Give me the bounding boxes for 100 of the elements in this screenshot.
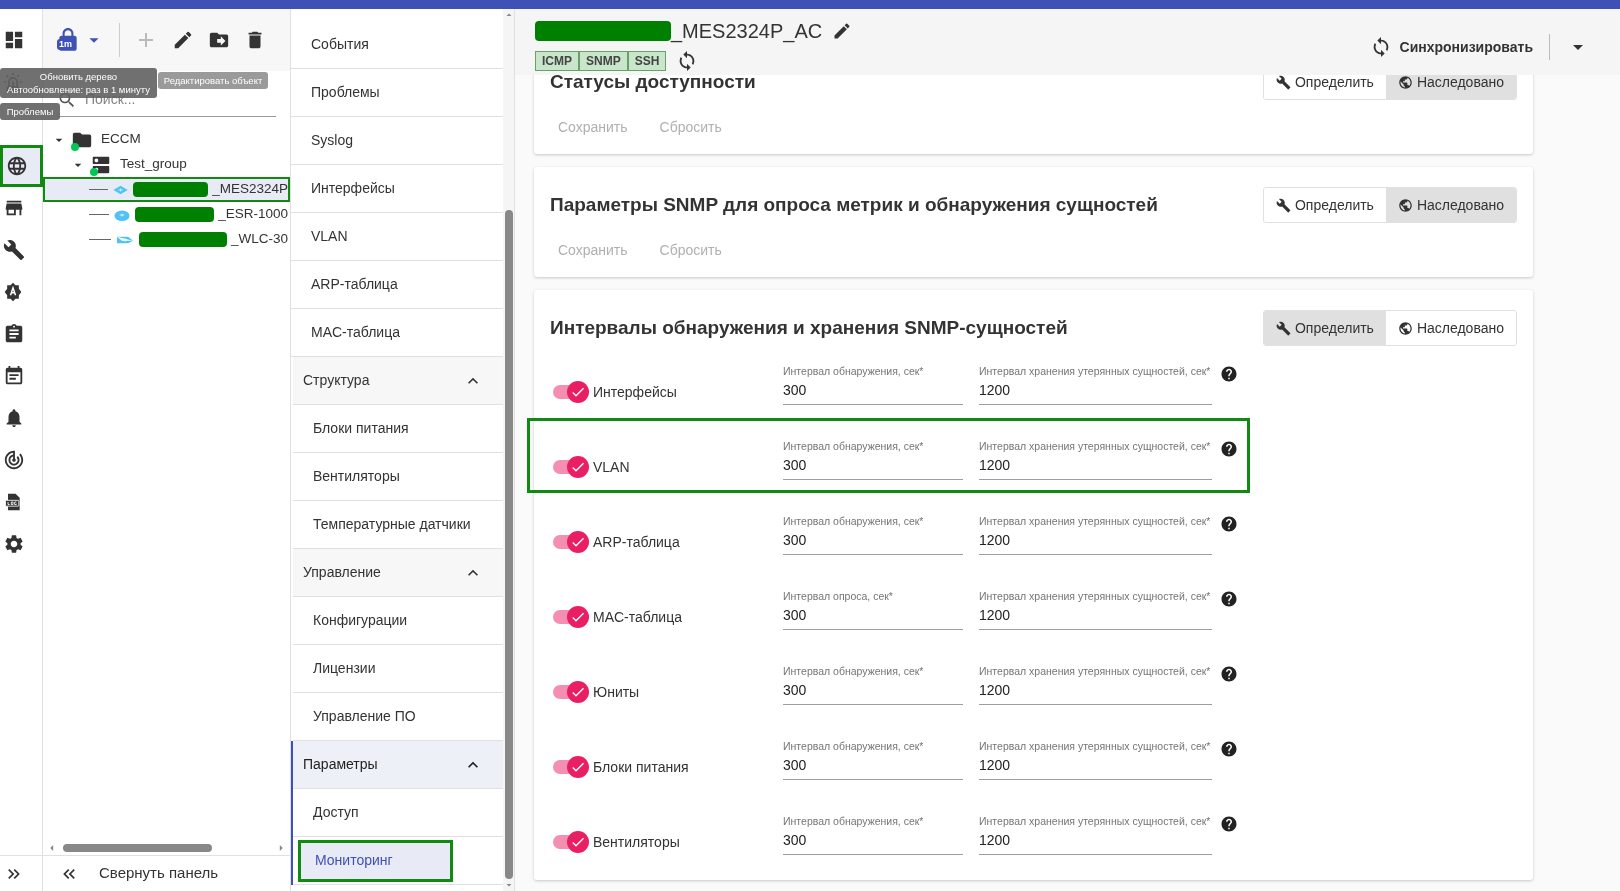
globe-icon <box>1397 320 1413 336</box>
row-label: Блоки питания <box>593 757 689 777</box>
wrench-icon <box>1276 197 1291 213</box>
help-icon[interactable] <box>1220 815 1238 833</box>
row-label: Юниты <box>593 682 640 702</box>
input-field[interactable]: Интервал обнаружения, сек* 300 <box>783 514 963 555</box>
field-value: 300 <box>783 531 808 550</box>
help-icon[interactable] <box>1220 365 1238 383</box>
input-field[interactable]: Интервал опроса, сек* 300 <box>783 589 963 630</box>
field-value: 300 <box>783 381 808 400</box>
input-field[interactable]: Интервал хранения утерянных сущностей, сек* 1200 <box>979 514 1212 555</box>
toggle-switch[interactable] <box>553 456 589 478</box>
wrench-icon <box>1276 75 1291 90</box>
toggle-switch[interactable] <box>553 756 589 778</box>
toggle-switch[interactable] <box>553 531 589 553</box>
help-icon[interactable] <box>1220 740 1238 758</box>
edit-icon[interactable] <box>172 29 194 51</box>
field-label: Интервал обнаружения, сек* <box>783 439 925 455</box>
tooltip: Редактировать объект <box>158 72 268 89</box>
field-label: Интервал хранения утерянных сущностей, сек* <box>979 364 1212 380</box>
field-label: Интервал обнаружения, сек* <box>783 664 925 680</box>
nav-item[interactable]: Мониторинг <box>298 839 453 882</box>
field-label: Интервал хранения утерянных сущностей, сек* <box>979 739 1212 755</box>
nav-item[interactable]: События <box>311 23 375 66</box>
mode-button[interactable]: Наследовано <box>1385 75 1516 99</box>
mode-button[interactable]: Определить <box>1264 311 1386 345</box>
tree-item[interactable]: _WLC-30 <box>43 227 290 252</box>
protocol-tag: ICMP <box>535 51 579 71</box>
wrench-icon <box>2 239 25 261</box>
card-title: Интервалы обнаружения и хранения SNMP-сущностей <box>550 315 1068 340</box>
tree-item[interactable]: ECCM <box>43 127 290 152</box>
field-label: Интервал обнаружения, сек* <box>783 814 925 830</box>
nav-item[interactable]: Syslog <box>311 119 360 162</box>
nav-item[interactable]: Интерфейсы <box>311 167 401 210</box>
nav-section-header[interactable]: Структура <box>293 357 503 405</box>
input-field[interactable]: Интервал обнаружения, сек* 300 <box>783 739 963 780</box>
tooltip: Обновить дерево Автообновление: раз в 1 минуту <box>0 68 157 98</box>
help-icon[interactable] <box>1220 665 1238 683</box>
help-icon[interactable] <box>1220 515 1238 533</box>
row-label: VLAN <box>593 457 630 477</box>
tree-item[interactable]: Test_group <box>43 152 290 177</box>
toggle-switch[interactable] <box>553 606 589 628</box>
mode-button[interactable]: Наследовано <box>1385 188 1516 222</box>
tooltip: Проблемы <box>0 103 60 120</box>
field-value: 1200 <box>979 681 1012 700</box>
field-label: Интервал хранения утерянных сущностей, сек* <box>979 814 1212 830</box>
input-field[interactable]: Интервал хранения утерянных сущностей, сек* 1200 <box>979 439 1212 480</box>
field-value: 1200 <box>979 381 1012 400</box>
tree-item[interactable]: _ESR-1000 <box>43 202 290 227</box>
row-label: MAC-таблица <box>593 607 682 627</box>
help-icon[interactable] <box>1220 590 1238 608</box>
sync-button[interactable]: Синхронизировать <box>1369 36 1533 58</box>
field-value: 300 <box>783 831 808 850</box>
nav-item[interactable]: Управление ПО <box>313 695 422 738</box>
toggle-switch[interactable] <box>553 381 589 403</box>
input-field[interactable]: Интервал хранения утерянных сущностей, сек* 1200 <box>979 364 1212 405</box>
settings-icon <box>2 533 25 555</box>
refresh-interval-label: 1m <box>57 39 74 50</box>
input-field[interactable]: Интервал обнаружения, сек* 300 <box>783 814 963 855</box>
toggle-switch[interactable] <box>553 681 589 703</box>
field-label: Интервал хранения утерянных сущностей, сек* <box>979 514 1212 530</box>
input-field[interactable]: Интервал хранения утерянных сущностей, сек* 1200 <box>979 664 1212 705</box>
field-value: 300 <box>783 456 808 475</box>
tree-item-label: _ESR-1000 <box>218 205 288 224</box>
field-label: Интервал хранения утерянных сущностей, сек* <box>979 664 1212 680</box>
card-title: Статусы доступности <box>550 75 756 94</box>
input-field[interactable]: Интервал хранения утерянных сущностей, сек* 1200 <box>979 589 1212 630</box>
tree-item-label: ECCM <box>101 130 141 149</box>
nav-item[interactable]: ARP-таблица <box>311 263 404 306</box>
collapse-panel-button[interactable]: Свернуть панель <box>99 862 219 885</box>
vertical-scrollbar[interactable] <box>503 9 514 891</box>
nav-item[interactable]: Доступ <box>313 791 365 834</box>
rail-button[interactable] <box>0 145 43 187</box>
field-value: 1200 <box>979 456 1012 475</box>
nav-item[interactable]: Вентиляторы <box>313 455 406 498</box>
field-value: 1200 <box>979 831 1012 850</box>
input-field[interactable]: Интервал обнаружения, сек* 300 <box>783 439 963 480</box>
input-field[interactable]: Интервал хранения утерянных сущностей, сек* 1200 <box>979 814 1212 855</box>
nav-item[interactable]: Конфигурации <box>313 599 414 642</box>
toggle-switch[interactable] <box>553 831 589 853</box>
help-icon[interactable] <box>1220 440 1238 458</box>
tree-item[interactable]: _MES2324P <box>43 177 290 202</box>
nav-item[interactable]: Температурные датчики <box>313 503 477 546</box>
field-label: Интервал опроса, сек* <box>783 589 894 605</box>
nav-section-header[interactable]: Управление <box>293 549 503 597</box>
input-field[interactable]: Интервал хранения утерянных сущностей, сек* 1200 <box>979 739 1212 780</box>
field-value: 1200 <box>979 531 1012 550</box>
nav-item[interactable]: Проблемы <box>311 71 386 114</box>
nav-item[interactable]: MAC-таблица <box>311 311 406 354</box>
nav-item[interactable]: Лицензии <box>313 647 382 690</box>
nav-item[interactable]: VLAN <box>311 215 354 258</box>
nav-item[interactable]: Блоки питания <box>313 407 415 450</box>
globe-icon <box>5 155 28 177</box>
input-field[interactable]: Интервал обнаружения, сек* 300 <box>783 364 963 405</box>
tree-item-label: Test_group <box>120 155 187 174</box>
field-value: 1200 <box>979 756 1012 775</box>
field-value: 300 <box>783 681 808 700</box>
input-field[interactable]: Интервал обнаружения, сек* 300 <box>783 664 963 705</box>
device-title: _MES2324P_AC <box>671 19 823 45</box>
nav-section-header[interactable]: Параметры <box>293 741 503 789</box>
